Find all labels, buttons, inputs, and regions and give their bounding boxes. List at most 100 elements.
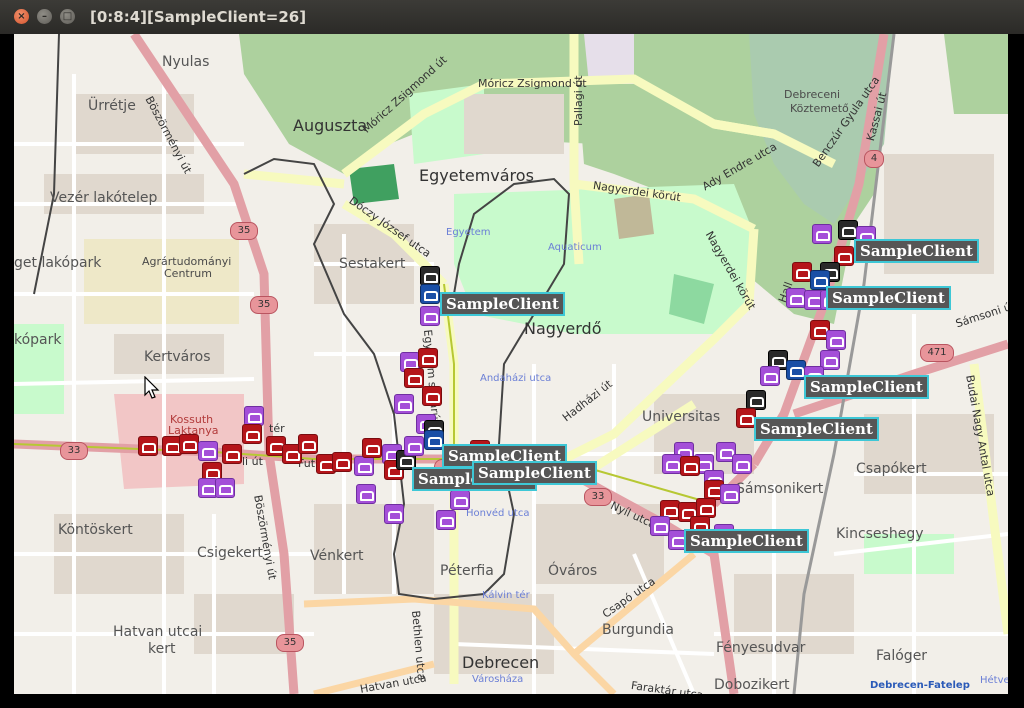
vehicle-icon[interactable] [198, 441, 218, 461]
vehicle-icon[interactable] [746, 390, 766, 410]
place-label: Óváros [548, 563, 598, 579]
place-label: Aquaticum [548, 242, 602, 253]
client-label[interactable]: SampleClient [684, 529, 809, 553]
minimize-button[interactable]: – [37, 9, 52, 24]
vehicle-icon[interactable] [450, 490, 470, 510]
place-label: Debrecen-Fatelep [870, 680, 970, 691]
place-label: Hatvan utcai [113, 624, 203, 640]
vehicle-icon[interactable] [696, 498, 716, 518]
road-label: tér [269, 422, 285, 435]
vehicle-icon[interactable] [732, 454, 752, 474]
route-shield: 33 [60, 442, 88, 460]
vehicle-icon[interactable] [242, 424, 262, 444]
maximize-button[interactable]: □ [60, 9, 75, 24]
place-label: kert [148, 641, 176, 657]
map-view[interactable]: Nyulas Ürrétje Auguszta Vezér lakótelep … [14, 34, 1008, 694]
window-title: [0:8:4][SampleClient=26] [90, 8, 307, 26]
vehicle-icon[interactable] [422, 386, 442, 406]
place-label: Debrecen [462, 653, 540, 672]
place-label: Kertváros [144, 349, 211, 365]
vehicle-icon[interactable] [138, 436, 158, 456]
client-label[interactable]: SampleClient [804, 375, 929, 399]
place-label: Egyetem [446, 227, 491, 238]
vehicle-icon[interactable] [420, 266, 440, 286]
place-label: Universitas [642, 409, 721, 425]
vehicle-icon[interactable] [662, 454, 682, 474]
place-label: kópark [14, 332, 62, 348]
route-shield: 4 [864, 150, 884, 168]
vehicle-icon[interactable] [420, 284, 440, 304]
place-label: Ürrétje [88, 98, 136, 114]
vehicle-icon[interactable] [356, 484, 376, 504]
place-label: Centrum [164, 267, 212, 280]
place-label: Kincseshegy [836, 526, 924, 542]
vehicle-icon[interactable] [792, 262, 812, 282]
place-label: Nagyerdő [524, 319, 602, 338]
vehicle-icon[interactable] [838, 220, 858, 240]
vehicle-icon[interactable] [650, 516, 670, 536]
route-shield: 35 [250, 296, 278, 314]
vehicle-icon[interactable] [222, 444, 242, 464]
vehicle-icon[interactable] [420, 306, 440, 326]
close-button[interactable]: × [14, 9, 29, 24]
place-label: Auguszta [293, 116, 368, 135]
place-label: Vezér lakótelep [50, 190, 158, 206]
vehicle-icon[interactable] [786, 360, 806, 380]
road-label: Honvéd utca [466, 508, 530, 519]
place-label: Vénkert [310, 548, 364, 564]
client-label[interactable]: SampleClient [754, 417, 879, 441]
client-label[interactable]: SampleClient [472, 461, 597, 485]
client-label[interactable]: SampleClient [440, 292, 565, 316]
vehicle-icon[interactable] [736, 408, 756, 428]
place-label: Burgundia [602, 622, 674, 638]
vehicle-icon[interactable] [384, 504, 404, 524]
vehicle-icon[interactable] [354, 456, 374, 476]
route-shield: 471 [920, 344, 954, 362]
place-label: Városháza [472, 674, 524, 685]
place-label: get lakópark [14, 255, 102, 271]
vehicle-icon[interactable] [720, 484, 740, 504]
road-label: Kálvin tér [482, 590, 530, 601]
mouse-cursor-icon [144, 376, 160, 399]
route-shield: 35 [230, 222, 258, 240]
route-shield: 35 [276, 634, 304, 652]
vehicle-icon[interactable] [436, 510, 456, 530]
road-label: Andaházi utca [480, 373, 552, 384]
vehicle-icon[interactable] [404, 436, 424, 456]
road-label: li út [242, 455, 263, 468]
close-icon: × [17, 11, 26, 22]
window-titlebar: × – □ [0:8:4][SampleClient=26] [0, 0, 1024, 34]
vehicle-icon[interactable] [394, 394, 414, 414]
client-label[interactable]: SampleClient [826, 286, 951, 310]
minimize-icon: – [42, 11, 47, 22]
route-shield: 33 [584, 488, 612, 506]
vehicle-icon[interactable] [680, 456, 700, 476]
vehicle-icon[interactable] [786, 288, 806, 308]
place-label: Sestakert [339, 256, 406, 272]
place-label: Péterfia [440, 563, 494, 579]
place-label: Debreceni [784, 88, 841, 101]
vehicle-icon[interactable] [418, 348, 438, 368]
client-label[interactable]: SampleClient [854, 239, 979, 263]
vehicle-icon[interactable] [826, 330, 846, 350]
place-label: Fényesudvar [716, 640, 806, 656]
vehicle-icon[interactable] [760, 366, 780, 386]
place-label: Köztemető [790, 102, 849, 115]
park-area [944, 34, 1008, 114]
vehicle-icon[interactable] [215, 478, 235, 498]
place-label: Dobozikert [714, 677, 790, 693]
vehicle-icon[interactable] [362, 438, 382, 458]
place-label: Köntöskert [58, 522, 133, 538]
pitch-area [614, 194, 654, 239]
vehicle-icon[interactable] [332, 452, 352, 472]
vehicle-icon[interactable] [424, 430, 444, 450]
vehicle-icon[interactable] [404, 368, 424, 388]
vehicle-icon[interactable] [179, 434, 199, 454]
vehicle-icon[interactable] [812, 224, 832, 244]
vehicle-icon[interactable] [298, 434, 318, 454]
place-label: Nyulas [162, 54, 210, 70]
place-label: Falóger [876, 648, 928, 664]
farmland-area [84, 239, 239, 324]
vehicle-icon[interactable] [244, 406, 264, 426]
maximize-icon: □ [62, 11, 73, 22]
